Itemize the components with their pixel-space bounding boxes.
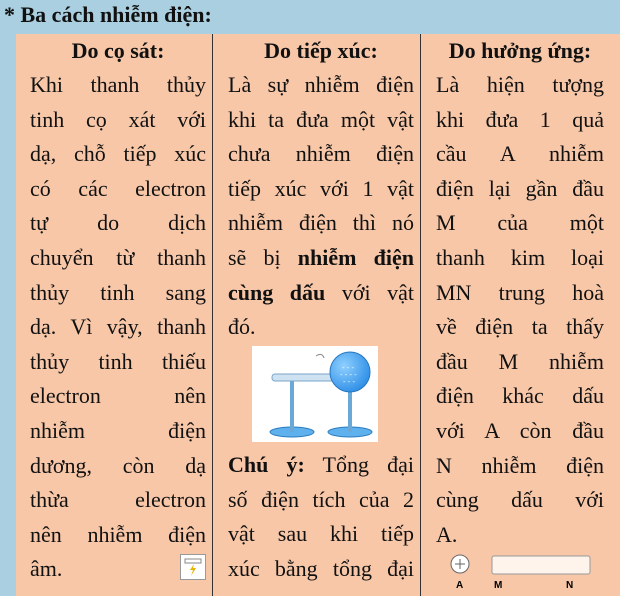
text-run: Tổng đại (304, 452, 414, 477)
column-contact: Do tiếp xúc: Là sự nhiễm điện khi ta đưa… (228, 34, 414, 596)
text-run: với vật (325, 279, 414, 305)
column-title: Do cọ sát: (71, 38, 165, 63)
text-line: dương, còn dạ (30, 452, 206, 478)
column-title: Do hưởng ứng: (448, 38, 592, 63)
induction-diagram: A M N (446, 552, 604, 596)
text-line: vật sau khi tiếp (228, 521, 414, 547)
text-line: số điện tích của 2 (228, 486, 414, 512)
note-label: Chú ý: (228, 452, 305, 477)
svg-text:- - -: - - - (343, 378, 356, 386)
text-line: đó. (228, 314, 256, 340)
comparison-table: Do cọ sát: Khi thanh thủy tinh cọ xát vớ… (16, 34, 620, 596)
text-line: chưa nhiễm điện (228, 141, 414, 167)
text-line: đầu M nhiễm (436, 348, 604, 374)
text-line: với A còn đầu (436, 417, 604, 443)
text-line: khi ta đưa một vật (228, 106, 414, 132)
text-line: electron nên (30, 383, 206, 409)
text-run: sẽ bị (228, 244, 298, 270)
text-line: thủy tinh thiếu (30, 348, 206, 374)
contact-illustration: - - - - - - - - - - (252, 346, 378, 442)
text-line: Chú ý: Tổng đại (228, 448, 414, 483)
label-m: M (494, 580, 503, 591)
bold-text: cùng dấu (228, 279, 326, 305)
text-line: nhiễm điện (30, 417, 206, 443)
text-line: A. (436, 521, 458, 547)
label-n: N (566, 580, 574, 591)
column-divider (212, 34, 213, 596)
text-line: xúc bằng tổng đại (228, 555, 414, 581)
text-line: cùng dấu với (436, 487, 604, 513)
text-line: chuyển từ thanh (30, 244, 206, 270)
text-line: thủy tinh sang (30, 279, 206, 305)
text-line: N nhiễm điện (436, 452, 604, 478)
text-line: tiếp xúc với 1 vật (228, 175, 414, 201)
label-a: A (456, 580, 464, 591)
text-line: khi đưa 1 quả (436, 106, 604, 132)
text-line: cùng dấu với vật (228, 276, 414, 311)
text-line: điện lại gần đầu (436, 175, 604, 201)
text-line: nên nhiễm điện (30, 521, 206, 547)
text-line: dạ, chỗ tiếp xúc (30, 141, 206, 167)
lightning-icon (184, 558, 202, 576)
text-line: M của một (436, 210, 604, 236)
note-block: Chú ý: Tổng đại số điện tích của 2 vật s… (228, 448, 414, 586)
text-line: Khi thanh thủy (30, 72, 206, 97)
text-line: về điện ta thấy (436, 314, 604, 340)
text-line: thừa electron (30, 487, 206, 513)
text-line: dạ. Vì vậy, thanh (30, 314, 206, 340)
bold-text: nhiễm điện (297, 244, 414, 270)
insert-icon[interactable] (180, 554, 206, 580)
text-line: Là sự nhiễm điện (228, 72, 414, 97)
text-line: thanh kim loại (436, 244, 604, 270)
text-line: cầu A nhiễm (436, 141, 604, 167)
text-line: MN trung hoà (436, 279, 604, 305)
text-line: tự do dịch (30, 210, 206, 236)
column-title: Do tiếp xúc: (264, 38, 378, 63)
column-induction: Do hưởng ứng: Là hiện tượng khi đưa 1 qu… (436, 34, 604, 596)
text-line: sẽ bị nhiễm điện (228, 241, 414, 276)
electroscope-illustration: - - - - - - - - - - (269, 351, 373, 438)
text-line: điện khác dấu (436, 383, 604, 409)
induction-illustration (450, 554, 591, 575)
text-line: tinh cọ xát với (30, 106, 206, 132)
section-heading: * Ba cách nhiễm điện: (4, 2, 212, 27)
text-line: nhiễm điện thì nó (228, 210, 414, 236)
column-divider (420, 34, 421, 596)
column-friction: Do cọ sát: Khi thanh thủy tinh cọ xát vớ… (30, 34, 206, 596)
text-line: có các electron (30, 175, 206, 201)
text-line: Là hiện tượng (436, 72, 604, 97)
